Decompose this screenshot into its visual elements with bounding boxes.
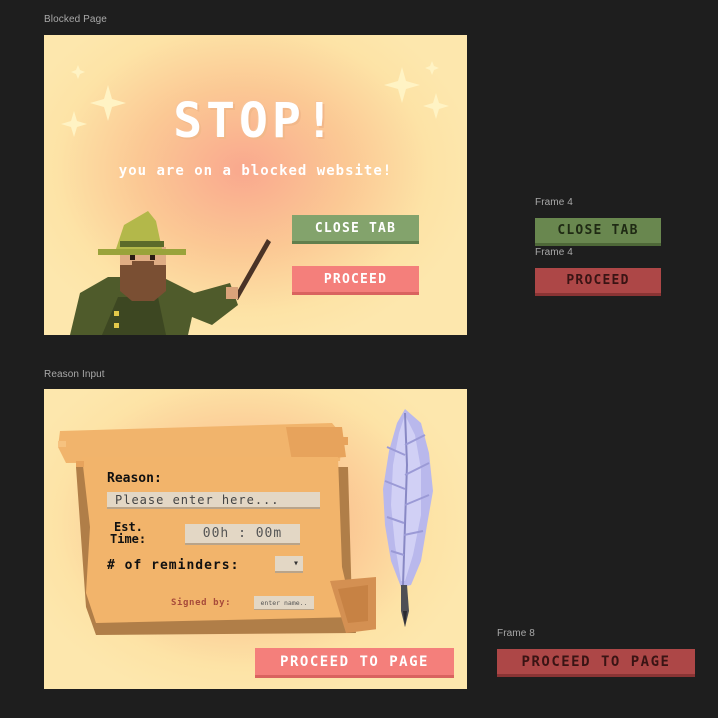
frame8-proceed-to-page-button[interactable]: PROCEED TO PAGE — [497, 649, 695, 677]
proceed-button[interactable]: PROCEED — [292, 266, 419, 295]
frame-label-frame8: Frame 8 — [497, 628, 535, 639]
est-label-line2: Time: — [110, 532, 147, 546]
proceed-to-page-button[interactable]: PROCEED TO PAGE — [255, 648, 454, 678]
frame4-close-tab-button[interactable]: CLOSE TAB — [535, 218, 661, 246]
frame-label-blocked-page: Blocked Page — [44, 14, 107, 25]
frame4-proceed-button[interactable]: PROCEED — [535, 268, 661, 296]
reminders-dropdown[interactable]: ▾ — [275, 556, 303, 573]
signed-by-label: Signed by: — [171, 598, 232, 608]
chevron-down-icon: ▾ — [292, 558, 299, 569]
close-tab-button[interactable]: CLOSE TAB — [292, 215, 419, 244]
reminders-label: # of reminders: — [107, 558, 240, 573]
blocked-subtitle: you are on a blocked website! — [118, 163, 393, 179]
time-input[interactable]: 00h : 00m — [185, 524, 300, 545]
wizard-illustration — [70, 211, 271, 335]
frame-label-frame4-b: Frame 4 — [535, 247, 573, 258]
reason-label: Reason: — [107, 471, 162, 486]
reason-input-frame: Reason: Please enter here... Est. Time: … — [44, 389, 467, 689]
quill-icon — [383, 409, 433, 627]
blocked-page-frame: STOP! you are on a blocked website! CLOS… — [44, 35, 467, 335]
reason-input[interactable]: Please enter here... — [107, 492, 320, 509]
est-time-label: Est. Time: — [110, 521, 146, 545]
frame-label-frame4-a: Frame 4 — [535, 197, 573, 208]
frame-label-reason-input: Reason Input — [44, 369, 105, 380]
signature-input[interactable]: enter name.. — [254, 596, 314, 610]
stop-heading: STOP! — [173, 93, 338, 149]
